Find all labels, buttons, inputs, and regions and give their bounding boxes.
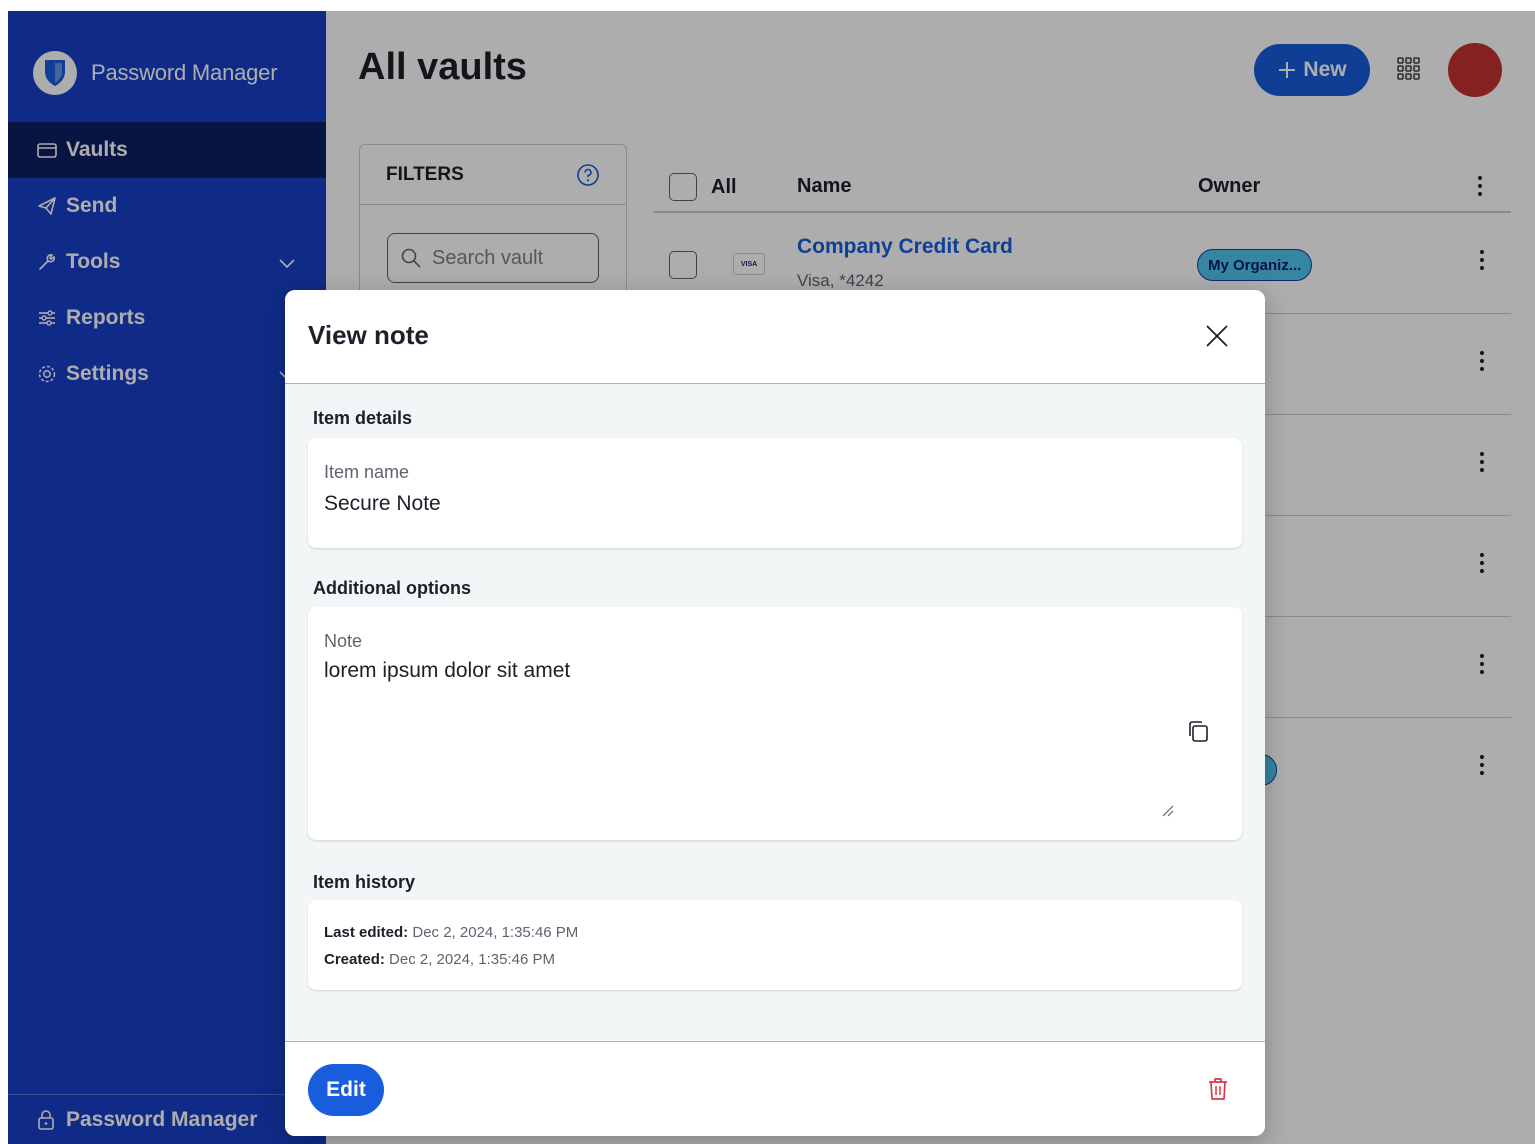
additional-options-card: Note lorem ipsum dolor sit amet [308,607,1242,840]
item-name-label: Item name [324,462,410,482]
edit-button[interactable]: Edit [308,1064,384,1116]
close-icon[interactable] [1203,322,1231,350]
section-title-item-history: Item history [313,872,416,892]
last-edited-label: Last edited: [324,924,409,941]
item-history-card: Last edited: Dec 2, 2024, 1:35:46 PM Cre… [308,900,1242,990]
note-textarea[interactable]: lorem ipsum dolor sit amet [324,659,570,683]
section-title-additional-options: Additional options [313,578,471,598]
copy-icon[interactable] [1186,719,1212,745]
section-title-item-details: Item details [313,408,413,428]
last-edited-value: Dec 2, 2024, 1:35:46 PM [412,924,579,941]
view-note-dialog: View note Item details Item name Secure … [285,290,1265,1136]
dialog-footer: Edit [285,1041,1265,1136]
trash-icon[interactable] [1206,1076,1230,1102]
created-label: Created: [324,951,385,968]
dialog-header: View note [285,290,1265,384]
item-details-card: Item name Secure Note [308,438,1242,548]
last-edited-line: Last edited: Dec 2, 2024, 1:35:46 PM [324,924,578,941]
dialog-title: View note [308,320,429,350]
note-label: Note [324,631,363,651]
resize-handle-icon[interactable] [1160,803,1174,817]
created-value: Dec 2, 2024, 1:35:46 PM [389,951,555,968]
created-line: Created: Dec 2, 2024, 1:35:46 PM [324,951,555,968]
item-name-value[interactable]: Secure Note [324,492,441,516]
